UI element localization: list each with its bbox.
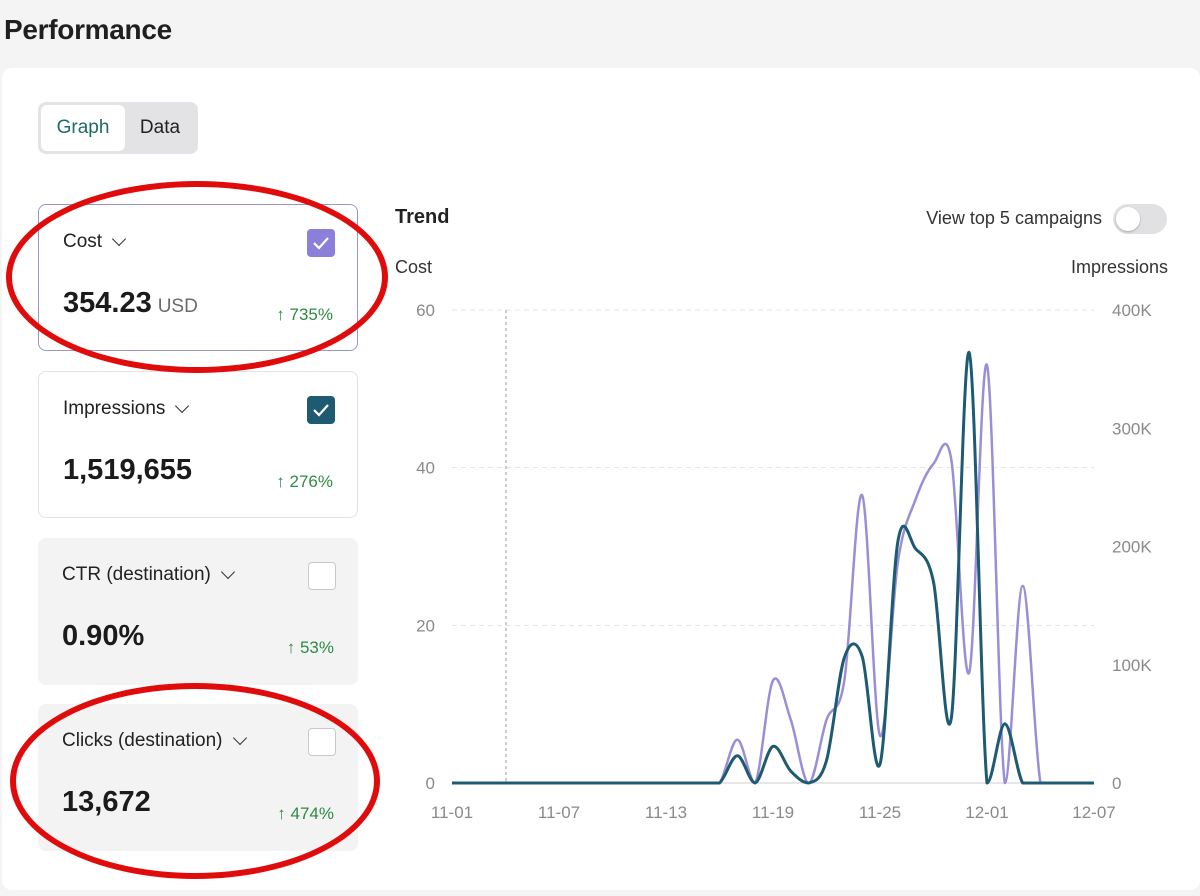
- x-tick-label: 11-07: [538, 803, 580, 822]
- y-tick-left: 0: [426, 774, 435, 793]
- y-tick-right: 300K: [1112, 419, 1152, 438]
- y-tick-right: 200K: [1112, 538, 1152, 557]
- x-tick-label: 11-13: [645, 803, 687, 822]
- trend-chart: 60 40 20 0 400K 300K 200K 100K 0 11-01 11-07 11-13 1…: [416, 301, 1152, 822]
- y-tick-left: 40: [416, 459, 435, 478]
- y-tick-right: 100K: [1112, 656, 1152, 675]
- series-line-impressions: [451, 351, 1094, 785]
- x-tick-label: 12-07: [1072, 803, 1115, 822]
- x-tick-label: 11-01: [431, 803, 473, 822]
- series-line-cost: [451, 363, 1094, 785]
- y-tick-right: 400K: [1112, 301, 1152, 320]
- x-tick-label: 12-01: [965, 803, 1008, 822]
- y-tick-left: 20: [416, 616, 435, 635]
- y-tick-right: 0: [1112, 774, 1121, 793]
- y-tick-left: 60: [416, 301, 435, 320]
- x-tick-label: 11-19: [752, 803, 794, 822]
- x-tick-label: 11-25: [859, 803, 901, 822]
